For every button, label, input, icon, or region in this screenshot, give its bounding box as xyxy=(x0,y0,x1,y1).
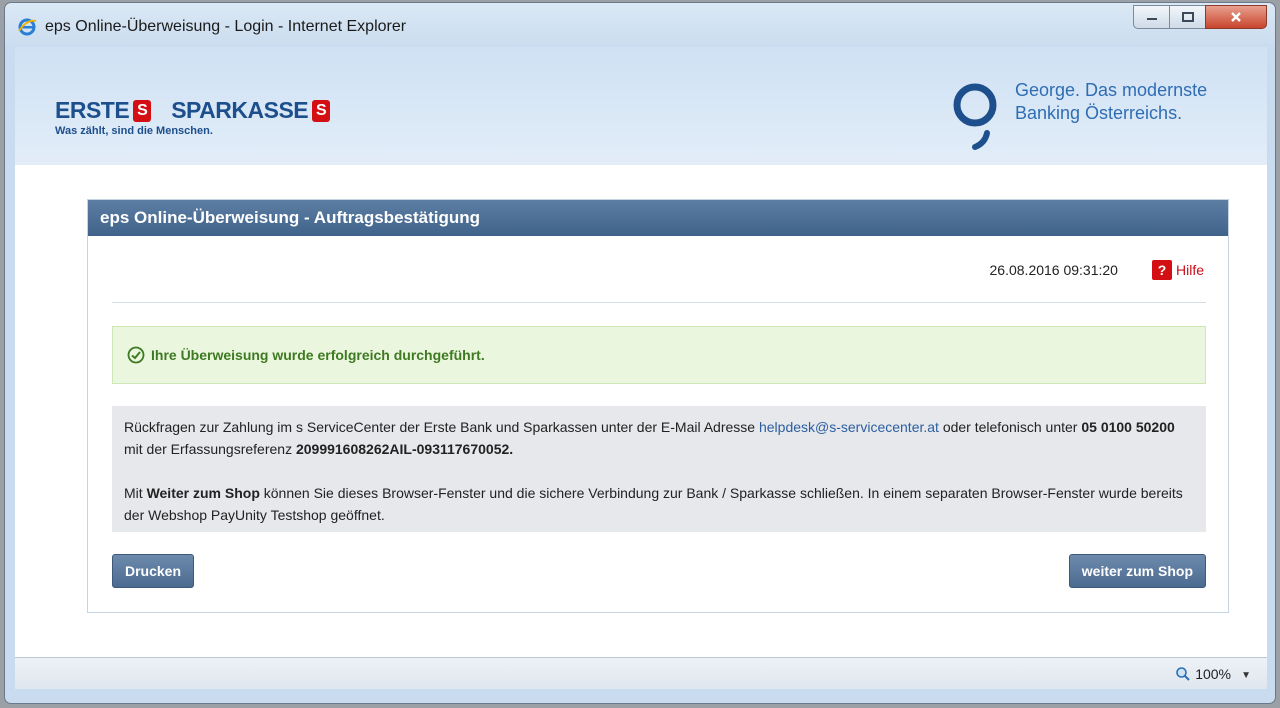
shop-emphasis: Weiter zum Shop xyxy=(147,485,260,501)
page-content: ERSTE S SPARKASSE S Was zählt, sind die … xyxy=(15,47,1267,657)
erste-sparkasse-logo: ERSTE S SPARKASSE S Was zählt, sind die … xyxy=(55,97,330,137)
zoom-dropdown-icon[interactable]: ▼ xyxy=(1241,670,1251,681)
success-message: Ihre Überweisung wurde erfolgreich durch… xyxy=(151,347,485,363)
info-box: Rückfragen zur Zahlung im s ServiceCente… xyxy=(112,406,1206,532)
george-slogan: George. Das modernste Banking Österreich… xyxy=(1015,79,1207,125)
george-logo-icon xyxy=(951,81,1003,153)
internet-explorer-icon xyxy=(17,17,37,37)
title-bar[interactable]: eps Online-Überweisung - Login - Interne… xyxy=(5,3,1275,47)
close-icon xyxy=(1230,11,1242,23)
info-text: Rückfragen zur Zahlung im s ServiceCente… xyxy=(124,419,759,435)
maximize-button[interactable] xyxy=(1169,5,1205,29)
transaction-datetime: 26.08.2016 09:31:20 xyxy=(990,262,1118,278)
panel-heading: eps Online-Überweisung - Auftragsbestäti… xyxy=(88,200,1228,236)
sparkasse-s-icon: S xyxy=(312,100,330,122)
zoom-level: 100% xyxy=(1195,666,1231,682)
logo-erste-text: ERSTE xyxy=(55,97,129,124)
reference-number: 209991608262AIL-093117670052. xyxy=(296,441,513,457)
help-link[interactable]: Hilfe xyxy=(1176,262,1204,278)
success-message-box: Ihre Überweisung wurde erfolgreich durch… xyxy=(112,326,1206,384)
confirmation-panel: eps Online-Überweisung - Auftragsbestäti… xyxy=(87,199,1229,613)
george-slogan-line2: Banking Österreichs. xyxy=(1015,102,1207,125)
panel-meta: 26.08.2016 09:31:20 ? Hilfe xyxy=(990,260,1204,280)
window-controls xyxy=(1133,5,1267,29)
continue-to-shop-button[interactable]: weiter zum Shop xyxy=(1069,554,1206,588)
maximize-icon xyxy=(1182,12,1194,22)
window-title: eps Online-Überweisung - Login - Interne… xyxy=(45,18,406,36)
contact-paragraph: Rückfragen zur Zahlung im s ServiceCente… xyxy=(124,416,1194,460)
logo-tagline: Was zählt, sind die Menschen. xyxy=(55,125,330,137)
divider xyxy=(112,302,1206,303)
print-button[interactable]: Drucken xyxy=(112,554,194,588)
bank-banner: ERSTE S SPARKASSE S Was zählt, sind die … xyxy=(15,47,1267,165)
help-icon[interactable]: ? xyxy=(1152,260,1172,280)
george-slogan-line1: George. Das modernste xyxy=(1015,79,1207,102)
zoom-control[interactable]: 100% xyxy=(1175,666,1231,682)
zoom-magnifier-icon xyxy=(1175,666,1191,682)
info-text: können Sie dieses Browser-Fenster und di… xyxy=(124,485,1183,523)
phone-number: 05 0100 50200 xyxy=(1081,419,1174,435)
shop-paragraph: Mit Weiter zum Shop können Sie dieses Br… xyxy=(124,482,1194,526)
close-button[interactable] xyxy=(1205,5,1267,29)
minimize-button[interactable] xyxy=(1133,5,1169,29)
status-bar: 100% ▼ xyxy=(15,657,1267,689)
info-text: mit der Erfassungsreferenz xyxy=(124,441,296,457)
sparkasse-s-icon: S xyxy=(133,100,151,122)
check-circle-icon xyxy=(127,346,145,364)
minimize-icon xyxy=(1146,13,1158,21)
info-text: oder telefonisch unter xyxy=(939,419,1081,435)
email-link[interactable]: helpdesk@s-servicecenter.at xyxy=(759,419,939,435)
info-text: Mit xyxy=(124,485,147,501)
logo-sparkasse-text: SPARKASSE xyxy=(171,97,308,124)
browser-window: eps Online-Überweisung - Login - Interne… xyxy=(4,2,1276,704)
